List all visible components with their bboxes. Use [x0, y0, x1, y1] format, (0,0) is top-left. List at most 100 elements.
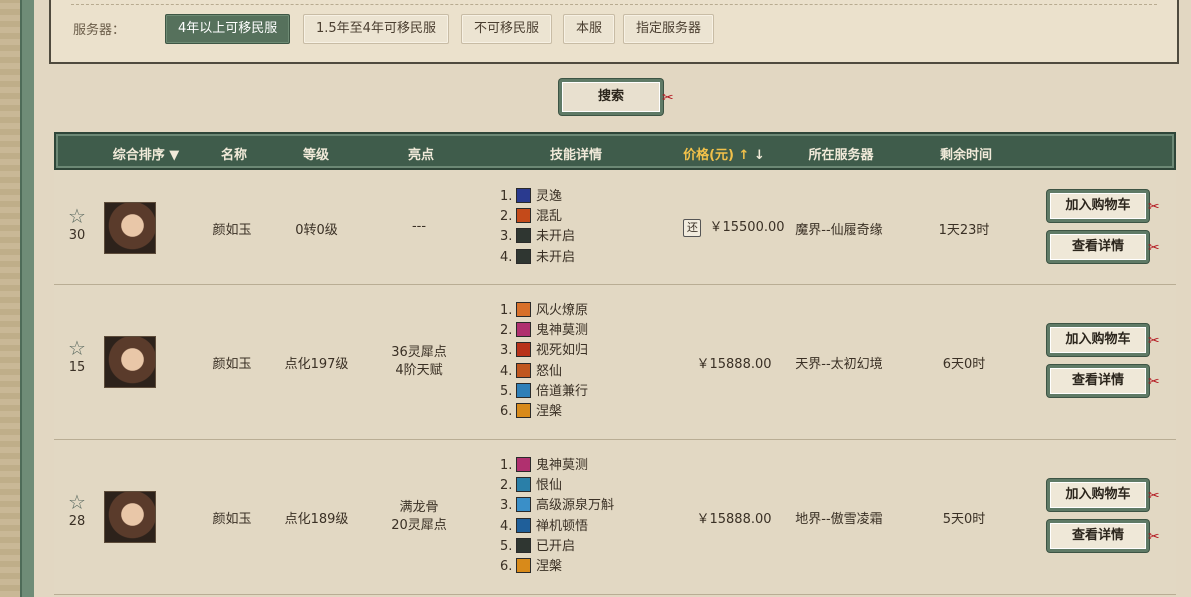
- ribbon-icon: ✂: [1148, 529, 1160, 545]
- highlight: 36灵犀点 4阶天赋: [369, 344, 469, 380]
- ribbon-icon: ✂: [1148, 488, 1160, 504]
- skill-number: 1.: [500, 189, 513, 204]
- highlight-header: 亮点: [407, 148, 434, 163]
- skill-icon: [516, 382, 531, 398]
- view-details-label: 查看详情: [1071, 239, 1124, 254]
- sort-down-arrow-icon[interactable]: ↓: [754, 148, 765, 163]
- remaining-time: 1天23时: [938, 223, 990, 238]
- favorite-count: 30: [68, 228, 86, 243]
- skill-name: 已开启: [536, 538, 576, 554]
- avatar[interactable]: [104, 336, 156, 388]
- skill-name: 倍道兼行: [536, 383, 589, 399]
- highlight: ---: [369, 219, 469, 234]
- role-name: 颜如玉: [212, 512, 252, 527]
- skill-name: 未开启: [536, 249, 576, 265]
- highlight-line: 20灵犀点: [391, 518, 447, 533]
- left-decorative-border: [0, 0, 34, 597]
- skill-icon: [516, 457, 531, 472]
- add-to-cart-button[interactable]: 加入购物车 ✂: [1047, 324, 1160, 356]
- filter-4-years-plus[interactable]: 4年以上可移民服: [165, 14, 291, 44]
- skill-number: 3.: [500, 343, 513, 359]
- skill-number: 5.: [500, 538, 513, 554]
- add-to-cart-button[interactable]: 加入购物车 ✂: [1047, 190, 1160, 222]
- skill-name: 灵逸: [536, 189, 563, 204]
- server-name: 魔界--仙履奇缘: [795, 223, 883, 238]
- page: 服务器： 4年以上可移民服 1.5年至4年可移民服 不可移民服 本服 指定服务器…: [34, 0, 1191, 597]
- view-details-button[interactable]: 查看详情 ✂: [1047, 231, 1160, 263]
- skills-header: 技能详情: [549, 148, 602, 163]
- skill-item: 1. 灵逸: [500, 187, 575, 207]
- skill-item: 4. 未开启: [500, 248, 575, 268]
- role-level: 0转0级: [295, 223, 338, 238]
- search-button[interactable]: 搜索 ✂: [559, 79, 674, 115]
- skill-name: 未开启: [536, 229, 576, 245]
- price-header[interactable]: 价格(元) ↑ ↓: [674, 144, 774, 163]
- skill-item: 2. 混乱: [500, 207, 575, 227]
- skill-number: 2.: [500, 209, 513, 225]
- skill-icon: [516, 517, 531, 533]
- favorite-count: 28: [68, 514, 86, 529]
- skill-icon: [516, 402, 531, 418]
- role-level: 点化197级: [284, 357, 349, 372]
- skill-icon: [516, 342, 531, 358]
- favorite-toggle[interactable]: ☆ 28: [64, 492, 90, 529]
- add-to-cart-label: 加入购物车: [1065, 198, 1131, 213]
- avatar[interactable]: [104, 202, 156, 254]
- skill-name: 涅槃: [536, 558, 563, 574]
- price-value: ￥15500.00: [709, 220, 785, 235]
- sort-down-icon: ▼: [169, 148, 180, 163]
- skill-item: 6. 涅槃: [500, 402, 588, 422]
- skill-item: 2. 恨仙: [500, 476, 614, 496]
- server-name: 地界--傲雪凌霜: [795, 512, 883, 527]
- favorite-toggle[interactable]: ☆ 30: [64, 206, 90, 243]
- skill-name: 视死如归: [536, 343, 589, 359]
- skill-number: 4.: [500, 518, 513, 534]
- add-to-cart-button[interactable]: 加入购物车 ✂: [1047, 479, 1160, 511]
- skill-icon: [516, 188, 531, 203]
- skill-number: 1.: [500, 303, 513, 318]
- skill-name: 高级源泉万斛: [536, 498, 615, 514]
- skill-icon: [516, 362, 531, 378]
- skill-number: 2.: [500, 478, 513, 494]
- role-level: 点化189级: [284, 512, 349, 527]
- sort-header[interactable]: 综合排序 ▼: [101, 144, 191, 163]
- price-value: ￥15888.00: [696, 512, 772, 527]
- skill-list: 1. 鬼神莫测 2. 恨仙 3. 高级源泉万斛 4. 禅机顿悟 5. 已开启 6. 涅槃: [500, 456, 614, 577]
- favorite-toggle[interactable]: ☆ 15: [64, 338, 90, 375]
- remaining-time: 6天0时: [942, 357, 986, 372]
- filter-specified-server[interactable]: 指定服务器: [623, 14, 715, 44]
- skill-item: 3. 未开启: [500, 227, 575, 247]
- skill-number: 6.: [500, 558, 513, 574]
- table-row: ☆ 28 颜如玉 点化189级 满龙骨 20灵犀点 1. 鬼神莫测 2. 恨仙 3.…: [54, 440, 1176, 595]
- skill-number: 2.: [500, 323, 513, 339]
- skill-name: 鬼神莫测: [536, 458, 589, 473]
- ribbon-icon: ✂: [1148, 333, 1160, 349]
- skill-name: 鬼神莫测: [536, 323, 589, 339]
- view-details-button[interactable]: 查看详情 ✂: [1047, 365, 1160, 397]
- avatar[interactable]: [104, 491, 156, 543]
- role-name: 颜如玉: [212, 357, 252, 372]
- star-icon[interactable]: ☆: [64, 206, 90, 226]
- skill-item: 2. 鬼神莫测: [500, 321, 588, 341]
- ribbon-icon: ✂: [1148, 240, 1160, 256]
- highlight-line: 4阶天赋: [395, 363, 443, 378]
- skill-item: 5. 倍道兼行: [500, 382, 588, 402]
- server-name: 天界--太初幻境: [795, 357, 883, 372]
- server-header: 所在服务器: [808, 148, 874, 163]
- ribbon-icon: ✂: [1148, 374, 1160, 390]
- highlight: 满龙骨 20灵犀点: [369, 499, 469, 535]
- skill-name: 怒仙: [536, 363, 563, 379]
- highlight-line: 36灵犀点: [391, 345, 447, 360]
- star-icon[interactable]: ☆: [64, 338, 90, 358]
- filter-non-migratable[interactable]: 不可移民服: [461, 14, 553, 44]
- skill-name: 禅机顿悟: [536, 518, 589, 534]
- star-icon[interactable]: ☆: [64, 492, 90, 512]
- view-details-label: 查看详情: [1071, 373, 1124, 388]
- skill-item: 6. 涅槃: [500, 557, 614, 577]
- table-row: ☆ 30 颜如玉 0转0级 --- 1. 灵逸 2. 混乱 3. 未开启 4. 未开启 …: [54, 170, 1176, 285]
- skill-list: 1. 灵逸 2. 混乱 3. 未开启 4. 未开启: [500, 187, 575, 268]
- view-details-button[interactable]: 查看详情 ✂: [1047, 520, 1160, 552]
- filter-this-server[interactable]: 本服: [563, 14, 616, 44]
- sort-up-icon[interactable]: ↑: [739, 148, 750, 163]
- filter-1-5-to-4-years[interactable]: 1.5年至4年可移民服: [303, 14, 449, 44]
